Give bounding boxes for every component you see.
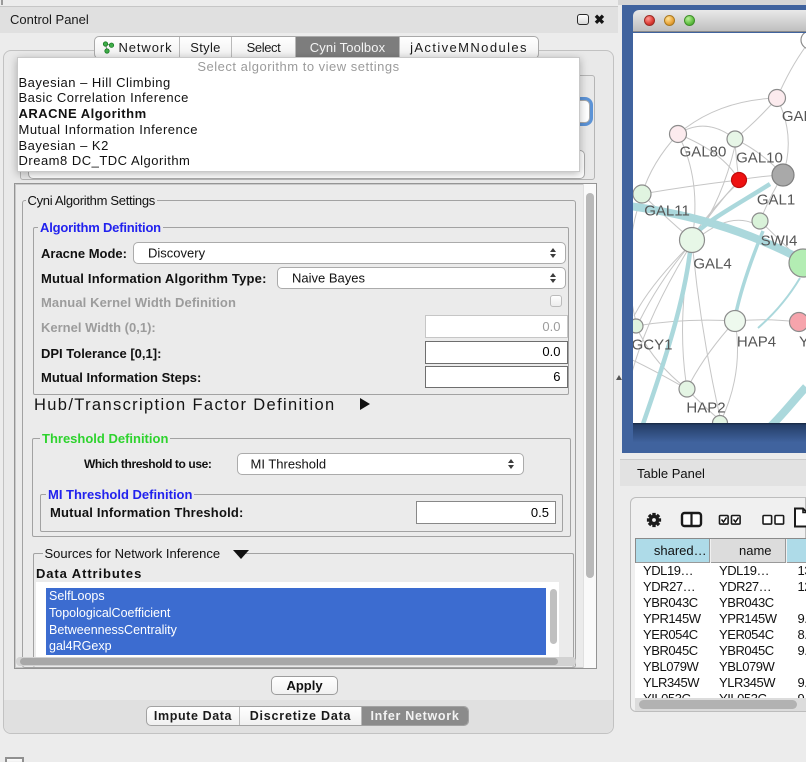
svg-text:GAL11: GAL11 — [644, 203, 690, 220]
svg-text:HAP2: HAP2 — [686, 400, 725, 417]
svg-text:GAL80: GAL80 — [680, 144, 727, 161]
svg-text:SWI4: SWI4 — [761, 233, 798, 250]
svg-text:GAL2: GAL2 — [782, 108, 806, 125]
svg-text:Y: Y — [799, 334, 806, 351]
svg-text:GAL4: GAL4 — [693, 256, 731, 273]
svg-text:GAL1: GAL1 — [757, 192, 795, 209]
svg-text:GCY1: GCY1 — [633, 337, 672, 354]
svg-text:HAP4: HAP4 — [737, 334, 776, 351]
svg-text:GAL10: GAL10 — [736, 150, 783, 167]
